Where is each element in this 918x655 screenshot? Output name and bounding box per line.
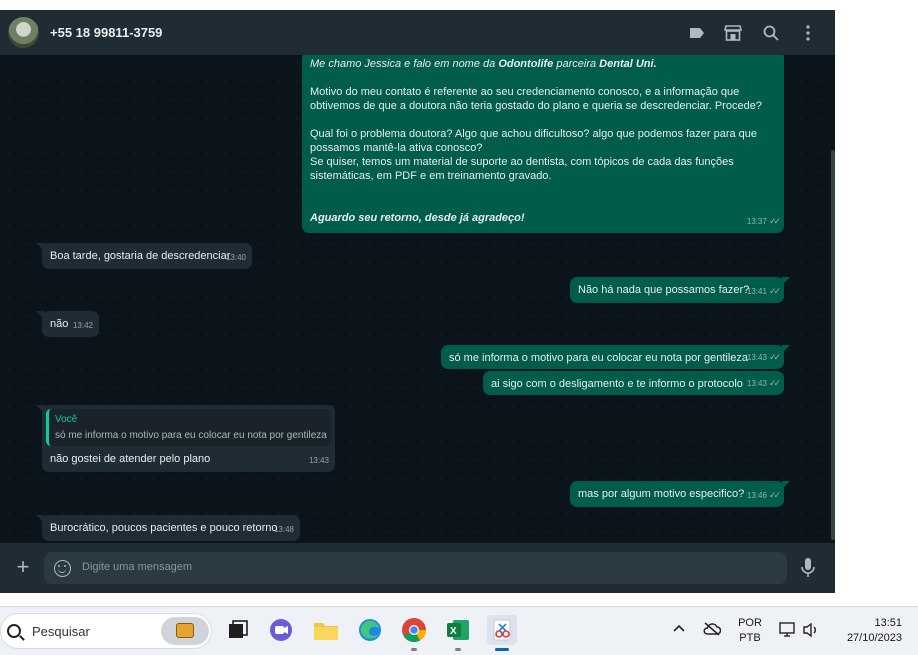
search-icon[interactable] xyxy=(760,22,782,44)
message-paragraph: Aguardo seu retorno, desde já agradeço! xyxy=(310,212,525,224)
message-time: 13:43 xyxy=(308,456,329,465)
message-time: 13:48 xyxy=(273,525,294,534)
quoted-text: só me informa o motivo para eu colocar e… xyxy=(55,430,327,441)
double-check-icon: ✓✓ xyxy=(768,286,781,296)
language-indicator[interactable]: POR PTB xyxy=(738,617,762,644)
message-bubble-incoming[interactable]: Burocrático, poucos pacientes e pouco re… xyxy=(36,515,300,541)
double-check-icon: ✓✓ xyxy=(768,490,781,500)
taskbar-search-label: Pesquisar xyxy=(32,624,90,639)
emoji-icon[interactable] xyxy=(54,560,71,577)
message-bubble-incoming-reply[interactable]: Você só me informa o motivo para eu colo… xyxy=(36,405,335,472)
message-input-placeholder: Digite uma mensagem xyxy=(82,561,193,573)
message-paragraph: Motivo do meu contato é referente ao seu… xyxy=(310,86,762,112)
avatar[interactable] xyxy=(8,17,39,48)
message-text: não gostei de atender pelo plano xyxy=(50,453,211,465)
double-check-icon: ✓✓ xyxy=(768,352,781,362)
message-bubble-outgoing[interactable]: só me informa o motivo para eu colocar e… xyxy=(441,345,790,369)
taskbar: Pesquisar X POR PTB 13:51 27/10/2023 xyxy=(0,606,918,655)
scrollbar[interactable] xyxy=(831,150,835,540)
message-time: 13:43 ✓✓ xyxy=(746,378,781,388)
network-icon[interactable] xyxy=(779,622,797,641)
taskbar-search[interactable]: Pesquisar xyxy=(0,613,212,649)
message-text: só me informa o motivo para eu colocar e… xyxy=(449,352,748,364)
message-time: 13:46 ✓✓ xyxy=(746,490,781,500)
excel-icon[interactable]: X xyxy=(443,615,473,651)
double-check-icon: ✓✓ xyxy=(768,216,781,226)
message-time: 13:42 xyxy=(72,321,93,330)
contact-name[interactable]: +55 18 99811-3759 xyxy=(50,25,162,40)
language-top: POR xyxy=(738,617,762,629)
language-bottom: PTB xyxy=(739,632,761,644)
chat-header: +55 18 99811-3759 xyxy=(0,10,835,55)
message-text: Burocrático, poucos pacientes e pouco re… xyxy=(50,522,278,534)
message-text: ai sigo com o desligamento e te informo … xyxy=(491,378,743,390)
message-bubble-outgoing[interactable]: mas por algum motivo especifico? 13:46 ✓✓ xyxy=(570,481,790,507)
quoted-author: Você xyxy=(55,414,78,425)
quoted-message[interactable]: Você só me informa o motivo para eu colo… xyxy=(46,409,331,446)
clock[interactable]: 13:51 27/10/2023 xyxy=(836,617,902,644)
attach-plus-icon[interactable]: + xyxy=(13,556,33,578)
cloud-offline-icon[interactable] xyxy=(703,622,722,639)
clock-date: 27/10/2023 xyxy=(846,632,902,644)
chevron-up-icon[interactable] xyxy=(672,622,686,637)
double-check-icon: ✓✓ xyxy=(768,378,781,388)
message-bubble-outgoing[interactable]: ai sigo com o desligamento e te informo … xyxy=(483,371,784,395)
message-time: 13:41 ✓✓ xyxy=(746,286,781,296)
message-bubble-incoming[interactable]: Boa tarde, gostaria de descredenciar 13:… xyxy=(36,243,252,269)
message-composer: + Digite uma mensagem xyxy=(0,543,835,593)
message-paragraph: Qual foi o problema doutora? Algo que ac… xyxy=(310,128,758,154)
file-explorer-icon[interactable] xyxy=(311,615,341,645)
running-indicator xyxy=(411,648,417,651)
task-view-icon[interactable] xyxy=(223,615,253,645)
message-input[interactable]: Digite uma mensagem xyxy=(44,552,787,584)
briefcase-icon xyxy=(161,617,209,645)
volume-icon[interactable] xyxy=(802,622,820,641)
message-text: Boa tarde, gostaria de descredenciar xyxy=(50,250,231,262)
edge-browser-icon[interactable] xyxy=(355,615,385,645)
message-line: Me chamo Jessica e falo em nome da Odont… xyxy=(310,58,657,70)
running-indicator xyxy=(455,648,461,651)
desktop: +55 18 99811-3759 Me chamo Jessica e fal… xyxy=(0,0,918,606)
message-text: não xyxy=(50,318,69,330)
whatsapp-window: +55 18 99811-3759 Me chamo Jessica e fal… xyxy=(0,10,835,593)
active-indicator xyxy=(495,648,509,651)
chrome-browser-icon[interactable] xyxy=(399,615,429,651)
message-time: 13:40 xyxy=(225,253,246,262)
search-icon xyxy=(7,624,21,638)
message-text: mas por algum motivo especifico? xyxy=(578,488,745,500)
message-list[interactable]: Me chamo Jessica e falo em nome da Odont… xyxy=(0,55,835,543)
label-icon[interactable] xyxy=(686,22,708,44)
message-bubble-outgoing[interactable]: Me chamo Jessica e falo em nome da Odont… xyxy=(302,55,784,233)
message-text: Não há nada que possamos fazer? xyxy=(578,284,750,296)
message-paragraph: Se quiser, temos um material de suporte … xyxy=(310,156,734,182)
snipping-tool-icon[interactable] xyxy=(487,615,517,651)
teams-chat-icon[interactable] xyxy=(266,615,296,645)
message-bubble-incoming[interactable]: não 13:42 xyxy=(36,311,99,337)
microphone-icon[interactable] xyxy=(800,557,816,579)
clock-time: 13:51 xyxy=(874,617,902,629)
message-time: 13:37 ✓✓ xyxy=(746,216,781,226)
message-time: 13:43 ✓✓ xyxy=(746,352,781,362)
menu-icon[interactable] xyxy=(797,22,819,44)
message-bubble-outgoing[interactable]: Não há nada que possamos fazer? 13:41 ✓✓ xyxy=(570,277,790,303)
svg-text:X: X xyxy=(450,626,457,637)
store-icon[interactable] xyxy=(722,22,744,44)
